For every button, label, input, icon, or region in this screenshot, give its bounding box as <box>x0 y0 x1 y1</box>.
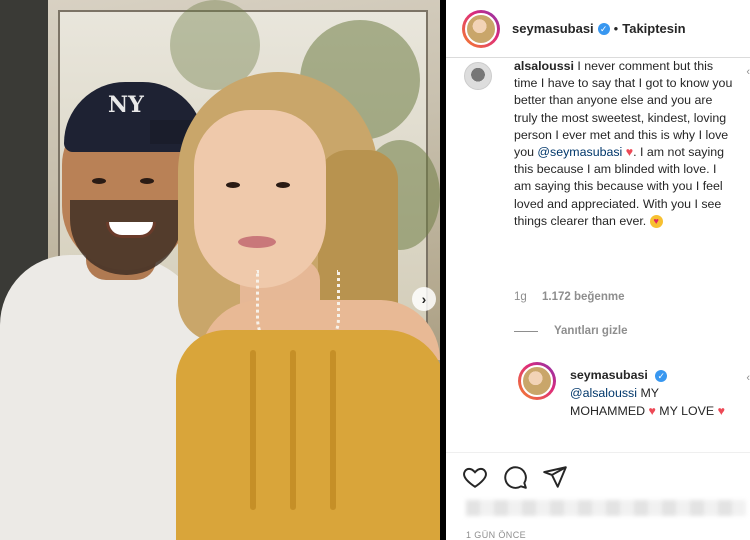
photo-top-fold <box>330 350 336 510</box>
post-actions-bar <box>446 452 750 500</box>
post-photo[interactable]: NY › <box>0 0 440 540</box>
follow-status-button[interactable]: Takiptesin <box>622 21 685 36</box>
commenter-avatar[interactable] <box>464 62 492 90</box>
photo-woman-eye <box>226 182 240 188</box>
post-side-panel: seymasubasi ✓ • Takiptesin alsaloussi I … <box>446 0 750 540</box>
photo-top-fold <box>250 350 256 510</box>
photo-woman-eye <box>276 182 290 188</box>
carousel-next-button[interactable]: › <box>412 287 436 311</box>
comment-body-part1: I never comment but this time I have to … <box>514 59 733 160</box>
commenter-username[interactable]: alsaloussi <box>514 59 574 73</box>
photo-man-eye <box>140 178 154 184</box>
verified-badge-icon: ✓ <box>655 369 668 382</box>
reply-body-part2: MY LOVE <box>655 404 718 418</box>
photo-cap-logo: NY <box>108 92 144 118</box>
photo-woman-lips <box>238 236 276 248</box>
chevron-right-icon[interactable]: ‹ <box>746 66 750 78</box>
author-avatar-ring[interactable] <box>462 9 500 48</box>
verified-badge-icon: ✓ <box>597 22 610 35</box>
reply-mention-link[interactable]: @alsaloussi <box>570 386 637 400</box>
chevron-right-icon[interactable]: ‹ <box>746 372 750 384</box>
photo-woman-yellow-top <box>176 330 440 540</box>
instagram-post-screenshot: NY › seymasubasi ✓ • Takiptesin alsalous… <box>0 0 750 540</box>
photo-woman-face <box>194 110 326 288</box>
blurred-likes-row <box>466 500 746 516</box>
avatar[interactable] <box>521 365 553 397</box>
comment-meta: 1g 1.172 beğenme <box>514 291 636 303</box>
replies-divider-line <box>514 330 538 332</box>
red-heart-icon: ♥ <box>648 404 656 418</box>
red-heart-icon: ♥ <box>717 404 725 418</box>
comment-text: alsaloussi I never comment but this time… <box>514 58 736 230</box>
reply-author-avatar-ring[interactable] <box>518 362 556 400</box>
author-username[interactable]: seymasubasi <box>512 21 594 36</box>
post-header: seymasubasi ✓ • Takiptesin <box>446 0 750 58</box>
share-paper-plane-icon[interactable] <box>542 464 568 490</box>
like-heart-icon[interactable] <box>462 464 488 490</box>
reply-username[interactable]: seymasubasi <box>570 368 648 382</box>
heart-eyes-emoji-icon: ♥ <box>649 215 663 229</box>
hide-replies-button[interactable]: Yanıtları gizle <box>514 325 628 337</box>
reply-text: seymasubasi ✓ @alsaloussi MY MOHAMMED ♥ … <box>570 366 730 420</box>
photo-top-fold <box>290 350 296 510</box>
comment-bubble-icon[interactable] <box>502 464 528 490</box>
hide-replies-label: Yanıtları gizle <box>554 325 628 337</box>
comment-time[interactable]: 1g <box>514 291 527 303</box>
comment-mention-link[interactable]: @seymasubasi <box>537 145 622 159</box>
photo-man-eye <box>92 178 106 184</box>
avatar[interactable] <box>465 12 497 45</box>
post-timestamp: 1 GÜN ÖNCE <box>466 530 527 540</box>
separator-dot: • <box>613 21 619 36</box>
comment-likes-count[interactable]: 1.172 beğenme <box>542 291 624 303</box>
